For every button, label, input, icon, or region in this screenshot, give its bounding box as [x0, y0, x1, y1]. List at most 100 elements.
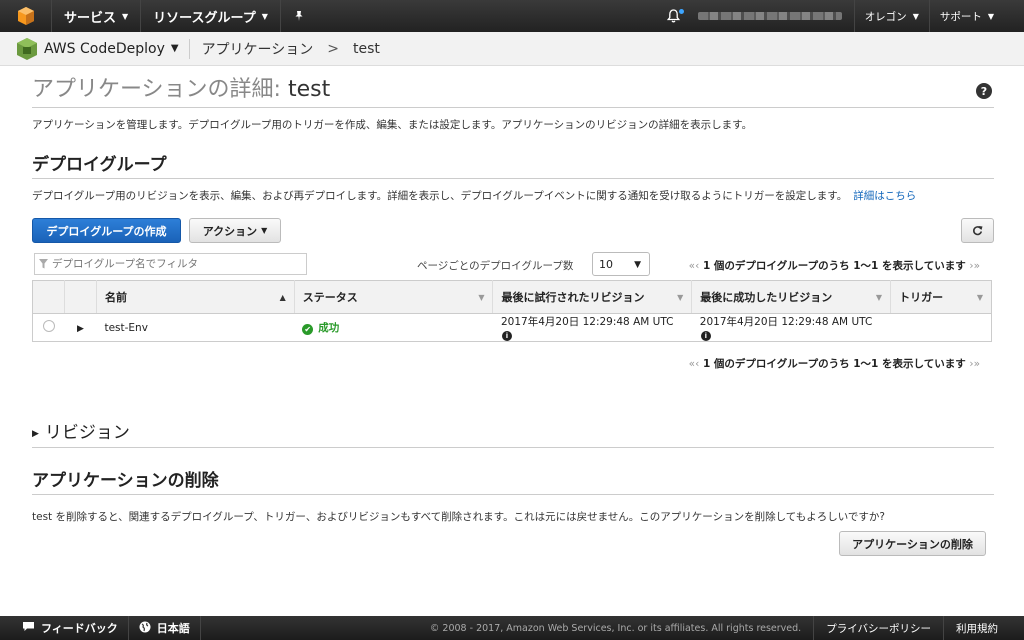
chevron-down-icon: ▼ — [261, 11, 268, 21]
check-circle-icon: ✔ — [302, 324, 314, 335]
per-page-value: 10 — [599, 257, 613, 271]
delete-application-button[interactable]: アプリケーションの削除 — [839, 531, 986, 556]
aws-cube-icon — [17, 7, 34, 25]
deployment-groups-toolbar: デプロイグループの作成 アクション ▼ — [32, 218, 994, 244]
sort-icon: ▼ — [875, 293, 883, 302]
prev-page-icon[interactable]: ‹ — [695, 260, 699, 272]
breadcrumb-applications[interactable]: アプリケーション — [202, 39, 314, 59]
chevron-down-icon: ▼ — [987, 11, 994, 21]
status-text: 成功 — [318, 322, 340, 334]
breadcrumb-separator: > — [327, 40, 340, 57]
pager-top: «‹ 1 個のデプロイグループのうち 1〜1 を表示しています ›» — [689, 258, 980, 273]
feedback-label: フィードバック — [41, 622, 118, 635]
info-icon[interactable]: i — [501, 331, 512, 341]
page-title-name: test — [287, 77, 331, 102]
column-header-name[interactable]: 名前 ▲ — [96, 280, 295, 314]
column-header-status[interactable]: ステータス ▼ — [294, 280, 494, 314]
delete-button-row: アプリケーションの削除 — [32, 531, 994, 557]
privacy-policy-link[interactable]: プライバシーポリシー — [813, 616, 943, 640]
language-selector[interactable]: 日本語 — [129, 616, 201, 640]
top-nav: サービス ▼ リソースグループ ▼ オレゴン ▼ サポート ▼ — [0, 0, 1024, 32]
expand-section-icon: ▶ — [32, 429, 39, 439]
info-icon[interactable]: i — [700, 331, 711, 341]
per-page-select[interactable]: 10 ▼ — [592, 252, 650, 276]
sort-icon: ▼ — [677, 293, 684, 302]
chevron-down-icon: ▼ — [261, 226, 268, 235]
cell-name[interactable]: test-Env — [96, 314, 294, 342]
last-page-icon[interactable]: » — [974, 260, 980, 272]
filter-icon — [39, 259, 48, 269]
revisions-title: リビジョン — [44, 423, 130, 443]
globe-icon — [139, 621, 151, 636]
notifications-button[interactable] — [660, 0, 688, 32]
pager-text: 1 個のデプロイグループのうち 1〜1 を表示しています — [702, 358, 966, 370]
support-menu[interactable]: サポート ▼ — [928, 0, 1024, 32]
resource-groups-label: リソースグループ — [153, 10, 256, 26]
column-header-label: ステータス — [302, 291, 358, 304]
create-deployment-group-button[interactable]: デプロイグループの作成 — [32, 218, 181, 243]
last-attempted-text: 2017年4月20日 12:29:48 AM UTC — [500, 316, 674, 328]
services-label: サービス — [64, 10, 117, 26]
revisions-section-toggle[interactable]: ▶ リビジョン — [32, 418, 994, 448]
chevron-down-icon: ▼ — [912, 11, 919, 21]
speech-bubble-icon — [22, 621, 35, 635]
main-content: アプリケーションの詳細: test ? アプリケーションを管理します。デプロイグ… — [32, 66, 994, 557]
cell-status: ✔ 成功 — [294, 314, 493, 342]
filter-box — [34, 253, 307, 275]
last-page-icon[interactable]: » — [974, 358, 980, 370]
account-menu-redacted[interactable] — [697, 12, 842, 20]
chevron-down-icon: ▼ — [634, 260, 641, 270]
expand-row-icon[interactable]: ▶ — [77, 324, 84, 334]
column-header-label: 最後に成功したリビジョン — [700, 291, 833, 304]
help-icon[interactable]: ? — [976, 83, 992, 99]
column-header-triggers[interactable]: トリガー ▼ — [890, 280, 992, 314]
language-label: 日本語 — [156, 622, 190, 635]
codedeploy-icon — [17, 37, 37, 60]
row-select-radio[interactable] — [42, 320, 55, 332]
refresh-button[interactable] — [961, 218, 994, 243]
pager-text: 1 個のデプロイグループのうち 1〜1 を表示しています — [702, 260, 966, 272]
deployment-groups-description: デプロイグループ用のリビジョンを表示、編集、および再デプロイします。詳細を表示し… — [32, 188, 994, 203]
column-header-label: トリガー — [899, 291, 944, 304]
column-header-label: 名前 — [104, 291, 127, 304]
resource-groups-menu[interactable]: リソースグループ ▼ — [141, 0, 281, 32]
learn-more-link[interactable]: 詳細はこちら — [853, 190, 916, 202]
page-description: アプリケーションを管理します。デプロイグループ用のトリガーを作成、編集、または設… — [32, 119, 753, 131]
services-menu[interactable]: サービス ▼ — [52, 0, 142, 32]
filter-input[interactable] — [52, 258, 302, 270]
refresh-icon — [973, 226, 983, 236]
aws-logo[interactable] — [0, 0, 52, 32]
deployment-groups-table: 名前 ▲ ステータス ▼ 最後に試行されたリビジョン ▼ 最後に成功したリビジョン ▼ … — [32, 280, 992, 342]
column-header-last-attempted[interactable]: 最後に試行されたリビジョン ▼ — [492, 280, 693, 314]
table-header-row: 名前 ▲ ステータス ▼ 最後に試行されたリビジョン ▼ 最後に成功したリビジョン ▼ … — [32, 280, 992, 314]
delete-application-description: test を削除すると、関連するデプロイグループ、トリガー、およびリビジョンもす… — [32, 511, 886, 523]
column-header-label: 最後に試行されたリビジョン — [501, 291, 645, 304]
support-label: サポート — [939, 10, 982, 23]
page-header: アプリケーションの詳細: test ? — [32, 66, 994, 108]
deployment-groups-description-text: デプロイグループ用のリビジョンを表示、編集、および再デプロイします。詳細を表示し… — [32, 190, 848, 202]
sort-asc-icon: ▲ — [279, 293, 286, 302]
feedback-button[interactable]: フィードバック — [0, 616, 129, 640]
service-bar: AWS CodeDeploy ▼ アプリケーション > test — [0, 32, 1024, 66]
actions-button[interactable]: アクション ▼ — [189, 218, 281, 243]
chevron-down-icon[interactable]: ▼ — [171, 43, 179, 54]
deployment-groups-title: デプロイグループ — [32, 150, 994, 179]
prev-page-icon[interactable]: ‹ — [695, 358, 699, 370]
delete-application-title: アプリケーションの削除 — [32, 466, 994, 495]
column-header-last-succeeded[interactable]: 最後に成功したリビジョン ▼ — [691, 280, 892, 314]
service-name[interactable]: AWS CodeDeploy — [44, 41, 165, 57]
cell-last-succeeded: 2017年4月20日 12:29:48 AM UTC i — [692, 314, 891, 342]
pin-icon — [295, 11, 303, 21]
expand-column-header — [64, 280, 97, 314]
region-menu[interactable]: オレゴン ▼ — [853, 0, 929, 32]
terms-link[interactable]: 利用規約 — [943, 616, 1024, 640]
notification-dot — [678, 9, 684, 14]
table-row: ▶ test-Env ✔ 成功 2017年4月20日 12:29:48 AM UT… — [33, 314, 992, 342]
pager-bottom: «‹ 1 個のデプロイグループのうち 1〜1 を表示しています ›» — [689, 356, 980, 371]
actions-label: アクション — [202, 224, 258, 238]
sort-icon: ▼ — [478, 293, 485, 302]
region-label: オレゴン — [864, 10, 907, 23]
breadcrumb-current: test — [353, 40, 380, 57]
pin-button[interactable] — [281, 0, 317, 32]
chevron-down-icon: ▼ — [122, 11, 129, 21]
